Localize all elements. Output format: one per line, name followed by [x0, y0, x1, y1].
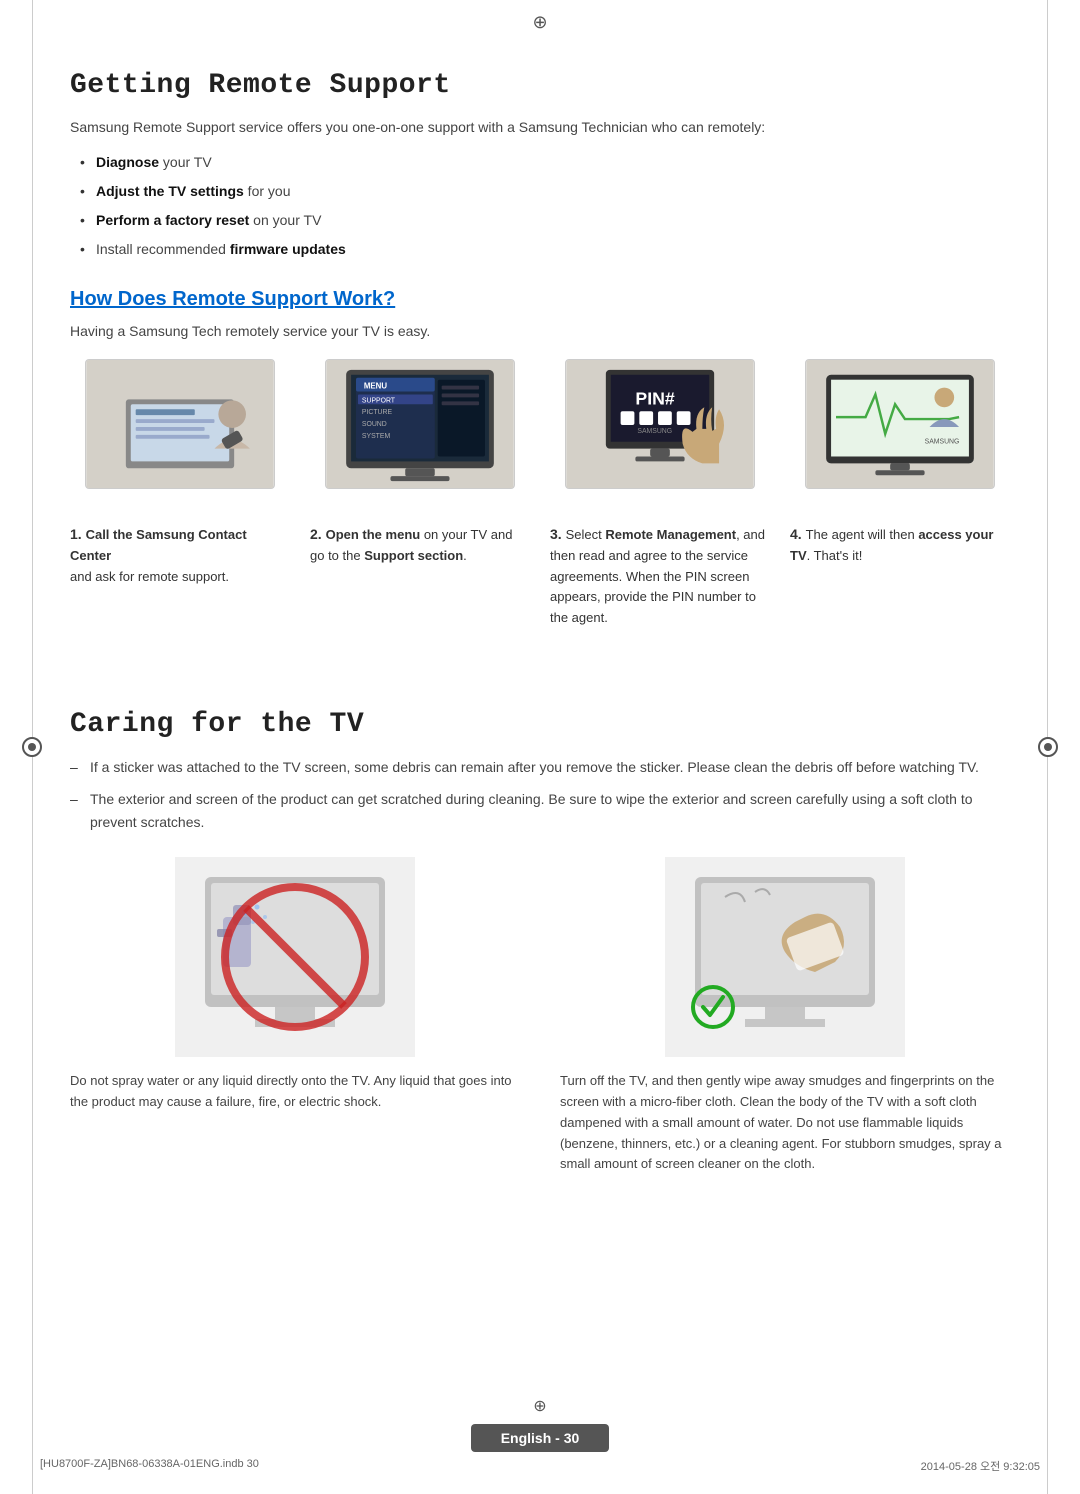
- caring-bullets-list: If a sticker was attached to the TV scre…: [70, 756, 1010, 833]
- steps-images-row: MENU SUPPORT PICTURE SOUND SYSTEM: [70, 359, 1010, 503]
- step-2-text: 2. Open the menu on your TV and go to th…: [310, 523, 530, 629]
- caring-image-2: [665, 857, 905, 1057]
- caring-image-1: [175, 857, 415, 1057]
- list-item: Diagnose your TV: [80, 152, 1010, 173]
- section-divider: [70, 659, 1010, 679]
- intro-text: Samsung Remote Support service offers yo…: [70, 117, 1010, 138]
- step-4-num: 4.: [790, 526, 806, 542]
- step-1-image-box: [70, 359, 290, 503]
- step-2-label-support: Support section: [364, 548, 463, 563]
- page-number-badge: English - 30: [471, 1424, 610, 1452]
- step-3-image-box: PIN# SAMSUNG: [550, 359, 770, 503]
- caring-bullet-2: The exterior and screen of the product c…: [70, 788, 1010, 833]
- caring-title: Caring for the TV: [70, 709, 1010, 740]
- list-item: Adjust the TV settings for you: [80, 181, 1010, 202]
- step-3-image: PIN# SAMSUNG: [565, 359, 755, 489]
- caring-image-1-box: Do not spray water or any liquid directl…: [70, 857, 520, 1113]
- step-2-label-open: Open the menu: [326, 527, 421, 542]
- page: ⊕ Getting Remote Support Samsung Remote …: [0, 0, 1080, 1494]
- step-4-text: 4. The agent will then access your TV. T…: [790, 523, 1010, 629]
- caring-image-2-box: Turn off the TV, and then gently wipe aw…: [560, 857, 1010, 1175]
- step-1-image: [85, 359, 275, 489]
- step-1-detail: and ask for remote support.: [70, 569, 229, 584]
- how-intro-text: Having a Samsung Tech remotely service y…: [70, 323, 1010, 339]
- caring-caption-2: Turn off the TV, and then gently wipe aw…: [560, 1071, 1010, 1175]
- svg-text:PIN#: PIN#: [635, 388, 675, 408]
- step-1-text: 1. Call the Samsung Contact Center and a…: [70, 523, 290, 629]
- step-3-label: Remote Management: [605, 527, 736, 542]
- step-2-image-box: MENU SUPPORT PICTURE SOUND SYSTEM: [310, 359, 530, 503]
- right-registration-mark: [1038, 737, 1058, 757]
- svg-text:SOUND: SOUND: [362, 421, 387, 428]
- subsection-title: How Does Remote Support Work?: [70, 288, 1010, 311]
- footer-meta-right: 2014-05-28 오전 9:32:05: [921, 1458, 1040, 1474]
- step-4-image: SAMSUNG: [805, 359, 995, 489]
- svg-text:MENU: MENU: [364, 382, 387, 391]
- page-title: Getting Remote Support: [70, 70, 1010, 101]
- svg-text:SAMSUNG: SAMSUNG: [637, 428, 672, 435]
- caring-bullet-1: If a sticker was attached to the TV scre…: [70, 756, 1010, 778]
- step-1-label: Call the Samsung Contact Center: [70, 527, 247, 563]
- list-item: Install recommended firmware updates: [80, 239, 1010, 260]
- footer: ⊕ English - 30 [HU8700F-ZA]BN68-06338A-0…: [0, 1396, 1080, 1474]
- svg-text:SYSTEM: SYSTEM: [362, 433, 391, 440]
- svg-text:PICTURE: PICTURE: [362, 409, 393, 416]
- bottom-registration-mark: ⊕: [533, 1396, 546, 1416]
- list-item: Perform a factory reset on your TV: [80, 210, 1010, 231]
- step-3-num: 3.: [550, 526, 566, 542]
- top-registration-mark: ⊕: [532, 12, 547, 33]
- caring-images-row: Do not spray water or any liquid directl…: [70, 857, 1010, 1175]
- left-registration-mark: [22, 737, 42, 757]
- footer-meta: [HU8700F-ZA]BN68-06338A-01ENG.indb 30 20…: [0, 1458, 1080, 1474]
- step-4-image-box: SAMSUNG: [790, 359, 1010, 503]
- step-2-image: MENU SUPPORT PICTURE SOUND SYSTEM: [325, 359, 515, 489]
- feature-list: Diagnose your TV Adjust the TV settings …: [70, 152, 1010, 260]
- svg-text:SAMSUNG: SAMSUNG: [925, 439, 960, 446]
- step-3-text: 3. Select Remote Management, and then re…: [550, 523, 770, 629]
- step-2-num: 2.: [310, 526, 326, 542]
- footer-meta-left: [HU8700F-ZA]BN68-06338A-01ENG.indb 30: [40, 1458, 259, 1474]
- caring-caption-1: Do not spray water or any liquid directl…: [70, 1071, 520, 1113]
- step-1-num: 1.: [70, 526, 86, 542]
- step-4-detail: . That's it!: [807, 548, 863, 563]
- svg-text:SUPPORT: SUPPORT: [362, 397, 396, 404]
- steps-text-row: 1. Call the Samsung Contact Center and a…: [70, 523, 1010, 629]
